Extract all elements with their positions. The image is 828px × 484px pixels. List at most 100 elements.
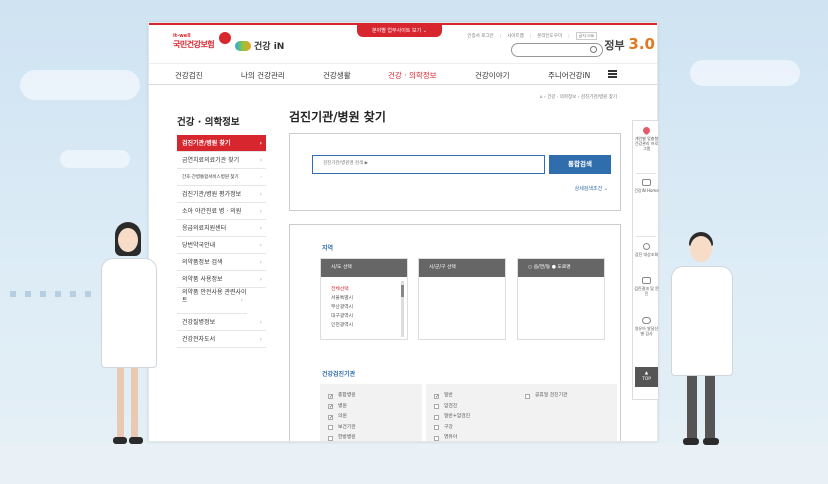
quick-checkup-target[interactable]: 검진 대상조회 (633, 243, 660, 257)
home-icon[interactable]: ⌂ (540, 95, 543, 100)
font-size-control[interactable]: 글자 ⊟⊞ (575, 32, 597, 40)
checkbox-empty-icon (525, 393, 530, 399)
checkbox-cancer[interactable]: 암검진 (434, 402, 528, 413)
female-doctor-illustration (95, 222, 165, 452)
quick-separator (636, 236, 656, 237)
province-option[interactable]: 전체선택 (321, 285, 407, 294)
checkbox-general-cancer[interactable]: 일반+암검진 (434, 412, 528, 423)
nav-health-story[interactable]: 건강이야기 (475, 70, 510, 81)
sidebar-item-drug-usage[interactable]: 의약품 사용정보 (177, 271, 266, 288)
checkbox-checked-icon: ✓ (434, 393, 440, 400)
quick-personal-program[interactable]: 개인별 맞춤형 건강관리 프로그램 (633, 125, 660, 151)
advanced-search-toggle[interactable]: 상세검색조건 ⌄ (575, 185, 608, 192)
cloud (20, 70, 140, 100)
quick-infant-screening[interactable]: 영유아 발달선별 검사 (633, 317, 660, 336)
region-label: 지역 (322, 245, 334, 252)
nav-checkup[interactable]: 건강검진 (175, 70, 203, 81)
checkbox-general[interactable]: ✓ 일반 (434, 391, 528, 402)
sidebar-item-drug-safety[interactable]: 의약품 안전사용 관련사이트 (177, 288, 247, 314)
nav-my-health[interactable]: 나의 건강관리 (241, 70, 285, 81)
quick-label: 영유아 발달선별 검사 (634, 326, 659, 336)
quick-label: 건강iN Home (634, 188, 659, 193)
cloud (60, 150, 130, 168)
checkbox-label: 영유아 (444, 435, 458, 440)
gov-text: 정부 (604, 39, 625, 52)
checkbox-hospital[interactable]: ✓ 병원 (328, 402, 422, 413)
sidebar-item-disease-info[interactable]: 건강질병정보 (177, 314, 266, 331)
sidebar-item-night-pediatric[interactable]: 소아 야간진료 병 · 의원 (177, 203, 266, 220)
checkbox-infant[interactable]: 영유아 (434, 433, 528, 441)
sidebar: 검진기관/병원 찾기 금연치료의료기관 찾기 간호·간병통합서비스병원 찾기 검… (177, 135, 266, 348)
sidebar-item-checkup-search[interactable]: 검진기관/병원 찾기 (177, 135, 266, 152)
gov-version: 3.0 (628, 35, 655, 53)
quick-label: 검진결과 및 문진 (634, 286, 659, 296)
health-in-logo-text: 건강 iN (254, 42, 285, 52)
checkbox-oriental-hospital[interactable]: 한방병원 (328, 433, 422, 441)
checkbox-empty-icon (434, 404, 439, 410)
quick-label: 검진 대상조회 (634, 252, 659, 257)
checkbox-empty-icon (328, 425, 333, 431)
checkbox-general-hospital[interactable]: ✓ 종합병원 (328, 391, 422, 402)
search-icon (643, 243, 650, 250)
province-scrollbar[interactable] (401, 281, 404, 337)
gov30-logo: 정부 3.0 (604, 35, 655, 53)
quick-home[interactable]: 건강iN Home (633, 179, 660, 193)
arrow-up-icon: ▲ (644, 371, 649, 376)
utility-links: 인증서 로그인 | 사이트맵 | 온라인도우미 | 글자 ⊟⊞ (467, 32, 597, 40)
checkbox-label: 일반+암검진 (444, 414, 471, 419)
sidebar-item-quit-smoking[interactable]: 금연치료의료기관 찾기 (177, 152, 266, 169)
sidebar-item-nursing[interactable]: 간호·간병통합서비스병원 찾기 (177, 169, 266, 186)
quick-checkup-result[interactable]: 검진결과 및 문진 (633, 277, 660, 296)
util-separator: | (568, 33, 570, 39)
menu-icon[interactable] (608, 70, 617, 78)
chevron-down-icon: ⌄ (603, 186, 608, 192)
main-nav: 건강검진 나의 건강관리 건강생활 건강 · 의학정보 건강이야기 주니어건강i… (149, 63, 657, 85)
nav-medical-info[interactable]: 건강 · 의학정보 (388, 70, 437, 81)
nhis-logo[interactable]: it-well 국민건강보험 (173, 33, 215, 50)
sidebar-item-pharmacy[interactable]: 당번약국안내 (177, 237, 266, 254)
checkbox-holiday[interactable]: 공휴일 검진기관 (525, 391, 617, 402)
checkbox-checked-icon: ✓ (328, 393, 334, 400)
online-helper-link[interactable]: 온라인도우미 (537, 33, 562, 39)
hospital-search-input[interactable]: 검진기관/병원명 검색 ▶ (312, 155, 545, 174)
util-separator: | (499, 33, 502, 39)
home-icon (642, 179, 651, 186)
sidebar-item-emergency[interactable]: 응급의료지원센터 (177, 220, 266, 237)
town-select-header[interactable]: ○ 읍/면/동 ● 도로명 (518, 259, 604, 277)
scroll-top-label: TOP (641, 377, 651, 382)
cert-login-link[interactable]: 인증서 로그인 (467, 33, 493, 39)
sidebar-item-drug-search[interactable]: 의약품정보 검색 (177, 254, 266, 271)
checkbox-label: 일반 (444, 393, 453, 398)
checkbox-oral[interactable]: 구강 (434, 423, 528, 434)
pill-icon (642, 317, 651, 324)
town-select[interactable]: ○ 읍/면/동 ● 도로명 (517, 258, 605, 340)
province-option[interactable]: 대구광역시 (321, 312, 407, 321)
nav-junior[interactable]: 주니어건강iN (548, 70, 590, 81)
province-select[interactable]: 시/도 선택 전체선택 서울특별시 부산광역시 대구광역시 인천광역시 (320, 258, 408, 340)
site-search-input[interactable] (511, 43, 603, 57)
holiday-group: 공휴일 검진기관 (517, 384, 617, 441)
health-in-logo[interactable]: 건강 iN (235, 39, 284, 52)
checkbox-health-center[interactable]: 보건기관 (328, 423, 422, 434)
checkbox-checked-icon: ✓ (328, 404, 334, 411)
province-option[interactable]: 서울특별시 (321, 294, 407, 303)
pulse-icon (642, 277, 651, 284)
nhis-logo-mark-icon (219, 32, 231, 44)
district-select[interactable]: 시/군/구 선택 (418, 258, 506, 340)
checkbox-clinic[interactable]: ✓ 의원 (328, 412, 422, 423)
integrated-search-button[interactable]: 통합검색 (549, 155, 611, 174)
sitemap-link[interactable]: 사이트맵 (507, 33, 524, 39)
province-option[interactable]: 부산광역시 (321, 303, 407, 312)
sidebar-item-ebook[interactable]: 건강전자도서 (177, 331, 266, 348)
checkup-type-group: ✓ 일반 암검진 일반+암검진 구강 영유아 (426, 384, 528, 441)
checkbox-empty-icon (434, 414, 439, 420)
province-option[interactable]: 인천광역시 (321, 321, 407, 330)
nav-health-life[interactable]: 건강생활 (323, 70, 351, 81)
scroll-top-button[interactable]: ▲ TOP (635, 367, 658, 387)
sidebar-item-evaluation[interactable]: 검진기관/병원 평가정보 (177, 186, 266, 203)
search-icon[interactable] (590, 46, 597, 53)
cloud (690, 60, 800, 86)
checkbox-label: 보건기관 (338, 424, 356, 430)
business-sites-button[interactable]: 분야별 업무사이트 보기 ⌄ (357, 25, 442, 37)
checkbox-label: 암검진 (444, 403, 458, 409)
